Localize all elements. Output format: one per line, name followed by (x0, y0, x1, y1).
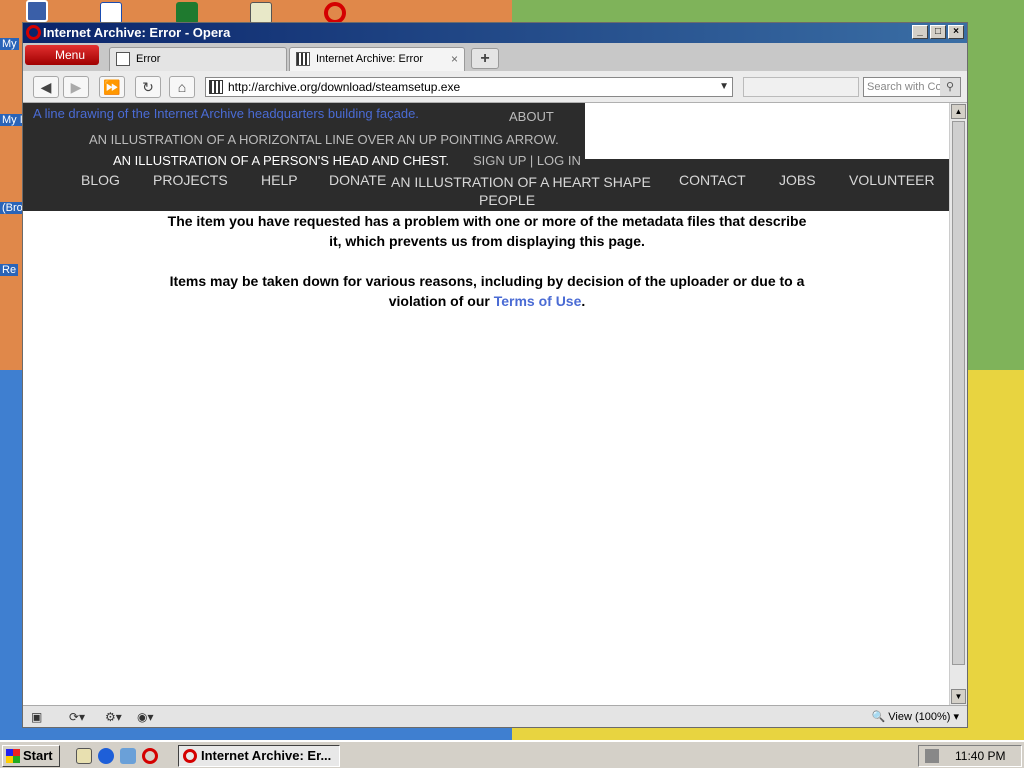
speed-dial-area (743, 77, 859, 97)
nav-help[interactable]: HELP (261, 172, 298, 188)
nav-contact[interactable]: CONTACT (679, 172, 746, 188)
opera-icon (26, 25, 41, 40)
system-tray: 11:40 PM (918, 745, 1022, 767)
error-message-1: The item you have requested has a proble… (143, 211, 831, 251)
unite-icon[interactable]: ⚙▾ (105, 709, 122, 725)
browser-window: Internet Archive: Error - Opera _ □ × Me… (22, 22, 968, 728)
new-tab-button[interactable]: + (471, 48, 499, 69)
opera-menu-button[interactable]: Menu (25, 45, 99, 65)
about-link[interactable]: ABOUT (509, 109, 554, 124)
desktop-icon-scheduler[interactable] (250, 2, 272, 24)
desktop-icon-monitor[interactable] (26, 0, 48, 22)
vertical-scrollbar[interactable]: ▲ ▼ (949, 103, 967, 705)
desktop-icon-excel[interactable] (176, 2, 198, 24)
heart-icon-alt[interactable]: AN ILLUSTRATION OF A HEART SHAPE (391, 174, 651, 190)
error-message-2: Items may be taken down for various reas… (143, 271, 831, 311)
title-bar[interactable]: Internet Archive: Error - Opera _ □ × (23, 23, 967, 43)
search-icon[interactable]: ⚲ (940, 78, 960, 96)
scroll-up-icon[interactable]: ▲ (951, 104, 966, 119)
opera-quicklaunch-icon[interactable] (142, 748, 158, 764)
opera-icon (183, 749, 197, 763)
windows-logo-icon (6, 749, 20, 763)
internet-explorer-icon[interactable] (98, 748, 114, 764)
page-icon (116, 52, 130, 66)
back-button[interactable]: ◀ (33, 76, 59, 98)
taskbar-item-opera[interactable]: Internet Archive: Er... (178, 745, 340, 767)
minimize-button[interactable]: _ (912, 25, 928, 39)
error-message-2-line2: violation of our Terms of Use. (143, 291, 831, 311)
scroll-down-icon[interactable]: ▼ (951, 689, 966, 704)
desktop-icon-opera[interactable] (324, 2, 346, 24)
maximize-button[interactable]: □ (930, 25, 946, 39)
desktop-label-1[interactable]: My (0, 38, 19, 50)
close-button[interactable]: × (948, 25, 964, 39)
navigation-toolbar: ◀ ▶ ⏩ ↻ ⌂ http://archive.org/download/st… (23, 71, 967, 103)
person-icon-alt[interactable]: AN ILLUSTRATION OF A PERSON'S HEAD AND C… (113, 153, 449, 168)
address-url: http://archive.org/download/steamsetup.e… (228, 80, 461, 94)
tab-bar: Menu Error Internet Archive: Error × + (23, 43, 967, 71)
menu-label: Menu (55, 48, 86, 62)
tray-icon[interactable] (925, 749, 939, 763)
clock: 11:40 PM (955, 749, 1006, 763)
search-placeholder: Search with Co (867, 81, 942, 93)
error-message-2-line1: Items may be taken down for various reas… (169, 273, 805, 289)
site-archive-icon (209, 80, 223, 94)
tab-close-icon[interactable]: × (451, 48, 458, 70)
upload-icon-alt[interactable]: AN ILLUSTRATION OF A HORIZONTAL LINE OVE… (89, 132, 559, 147)
forward-button[interactable]: ▶ (63, 76, 89, 98)
tab-label: Error (136, 53, 161, 65)
nav-donate[interactable]: DONATE (329, 172, 386, 188)
nav-people[interactable]: PEOPLE (479, 192, 535, 208)
taskbar-item-label: Internet Archive: Er... (201, 748, 332, 763)
window-title: Internet Archive: Error - Opera (43, 25, 231, 40)
tab-internet-archive-error[interactable]: Internet Archive: Error × (289, 47, 465, 71)
nav-jobs[interactable]: JOBS (779, 172, 816, 188)
nav-blog[interactable]: BLOG (81, 172, 120, 188)
search-input[interactable]: Search with Co ⚲ (863, 77, 961, 97)
show-desktop-icon[interactable] (76, 748, 92, 764)
nav-volunteer[interactable]: VOLUNTEER (849, 172, 935, 188)
zoom-control[interactable]: 🔍 View (100%) ▾ (871, 709, 959, 725)
tab-label: Internet Archive: Error (316, 53, 423, 65)
zoom-label: View (100%) (888, 711, 951, 723)
sync-icon[interactable]: ⟳▾ (69, 709, 85, 725)
error-message-1-line2: it, which prevents us from displaying th… (329, 233, 645, 249)
fast-forward-button[interactable]: ⏩ (99, 76, 125, 98)
address-bar[interactable]: http://archive.org/download/steamsetup.e… (205, 77, 733, 97)
error-message-1-line1: The item you have requested has a proble… (167, 213, 807, 229)
start-button[interactable]: Start (2, 745, 60, 767)
archive-icon (296, 52, 310, 66)
address-dropdown-icon[interactable]: ▼ (719, 78, 729, 96)
terms-of-use-link[interactable]: Terms of Use (494, 293, 582, 309)
reload-button[interactable]: ↻ (135, 76, 161, 98)
home-button[interactable]: ⌂ (169, 76, 195, 98)
error-message-2-prefix: violation of our (388, 293, 494, 309)
desktop-label-4[interactable]: Re (0, 264, 19, 276)
signup-login-link[interactable]: SIGN UP | LOG IN (473, 153, 581, 168)
start-label: Start (23, 748, 53, 763)
nav-projects[interactable]: PROJECTS (153, 172, 228, 188)
network-icon[interactable] (120, 748, 136, 764)
panel-toggle-icon[interactable]: ▣ (31, 709, 42, 725)
status-bar: ▣ ⟳▾ ⚙▾ ◉▾ 🔍 View (100%) ▾ (23, 705, 967, 727)
ia-logo-alt[interactable]: A line drawing of the Internet Archive h… (33, 106, 419, 121)
desktop-icon-mail[interactable] (100, 2, 122, 24)
tab-error[interactable]: Error (109, 47, 287, 71)
turbo-icon[interactable]: ◉▾ (137, 709, 154, 725)
error-message-2-suffix: . (581, 293, 586, 309)
scroll-thumb[interactable] (952, 121, 965, 665)
page-viewport: A line drawing of the Internet Archive h… (23, 103, 951, 705)
taskbar: Start Internet Archive: Er... 11:40 PM (0, 740, 1024, 768)
